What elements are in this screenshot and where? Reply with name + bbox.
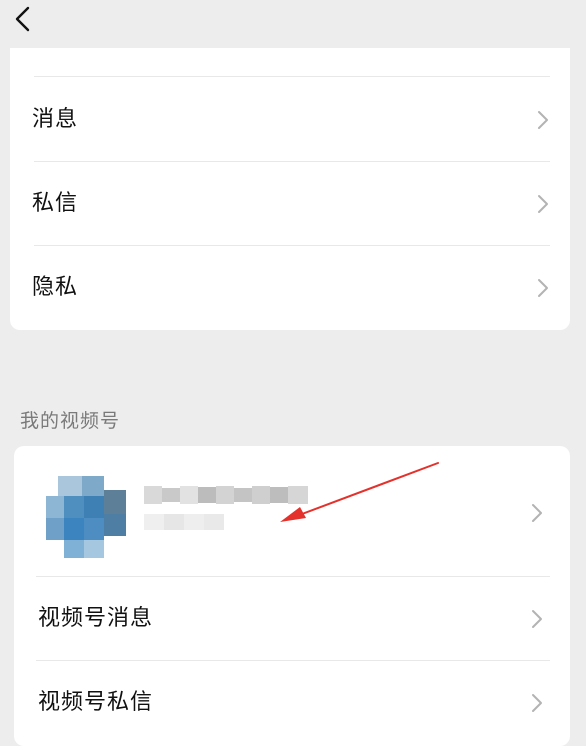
chevron-right-icon: [538, 279, 548, 297]
menu-item-privacy[interactable]: 隐私: [10, 246, 570, 330]
menu-item-label: 消息: [32, 107, 79, 132]
blurred-channel-subtitle: [144, 514, 224, 530]
top-bar: [0, 0, 586, 48]
chevron-right-icon: [538, 111, 548, 129]
blurred-channel-name: [144, 486, 308, 504]
chevron-right-icon: [532, 610, 542, 628]
menu-item-messages[interactable]: 消息: [10, 78, 570, 160]
menu-item-channel-private-messages[interactable]: 视频号私信: [14, 661, 570, 746]
menu-item-label: 私信: [32, 191, 79, 216]
avatar: [46, 476, 126, 558]
section-title: 我的视频号: [20, 410, 121, 432]
channel-profile-row[interactable]: [14, 446, 570, 576]
channels-card: 视频号消息 视频号私信: [14, 446, 570, 746]
menu-item-private-messages[interactable]: 私信: [10, 162, 570, 246]
menu-item-label: 隐私: [32, 275, 79, 300]
chevron-right-icon: [532, 694, 542, 712]
chevron-right-icon: [538, 195, 548, 213]
settings-card: 消息 私信 隐私: [10, 48, 570, 330]
menu-item-channel-messages[interactable]: 视频号消息: [14, 577, 570, 661]
chevron-right-icon: [532, 504, 542, 522]
divider: [34, 76, 550, 77]
menu-item-label: 视频号消息: [38, 606, 154, 631]
menu-item-label: 视频号私信: [38, 690, 154, 715]
back-icon[interactable]: [8, 2, 36, 36]
